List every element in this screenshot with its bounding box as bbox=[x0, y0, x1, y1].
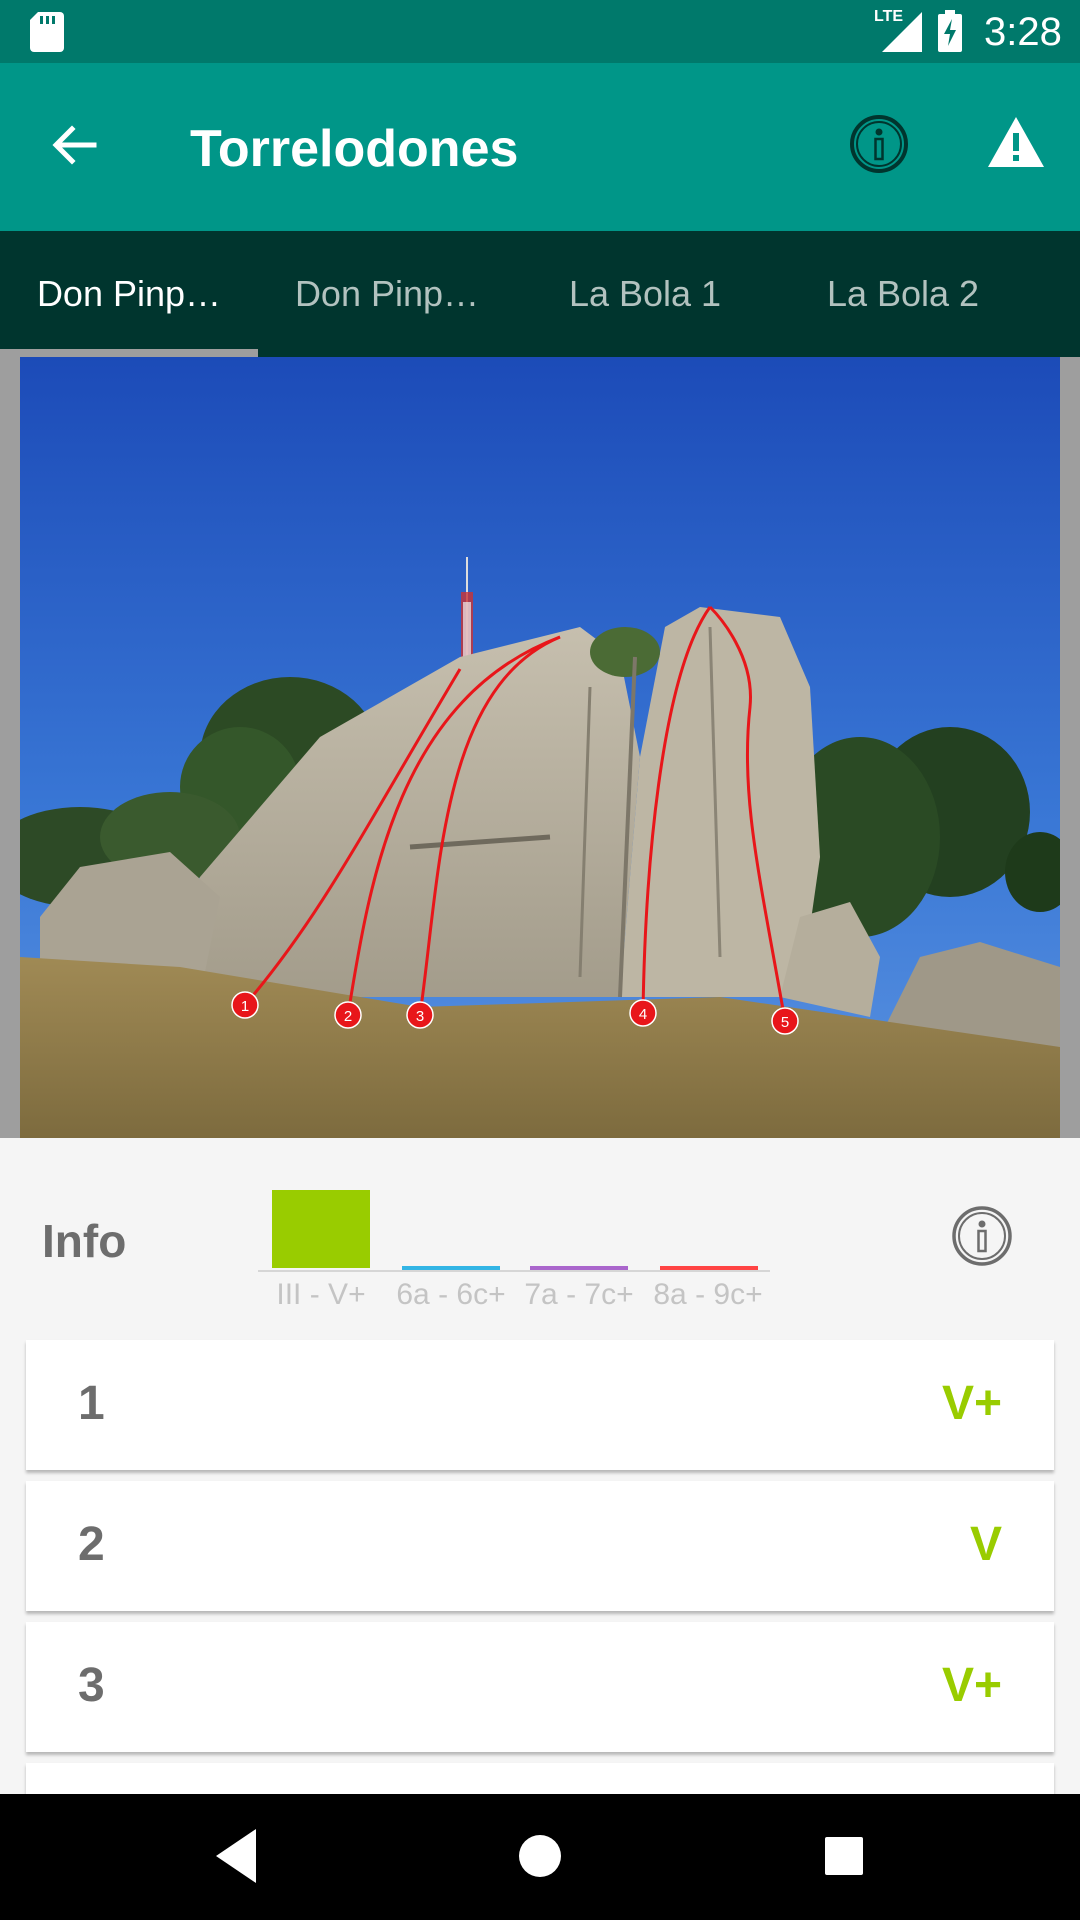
route-number: 3 bbox=[78, 1659, 105, 1712]
battery-charging-icon bbox=[938, 10, 962, 52]
route-card-2[interactable]: 2 V bbox=[26, 1481, 1054, 1611]
legend-bar-6a[interactable] bbox=[402, 1266, 500, 1270]
network-type: LTE bbox=[874, 8, 904, 25]
route-grade: V+ bbox=[941, 1377, 1002, 1430]
route-marker-label: 1 bbox=[241, 998, 249, 1015]
page-title: Torrelodones bbox=[190, 120, 519, 178]
nav-back-icon[interactable] bbox=[212, 1827, 260, 1885]
tab-don-pinpon-1[interactable]: Don Pinp… bbox=[0, 231, 258, 357]
route-grade: V+ bbox=[941, 1659, 1002, 1712]
info-icon[interactable] bbox=[848, 113, 910, 175]
system-nav-bar bbox=[0, 1794, 1080, 1920]
clock: 3:28 bbox=[984, 10, 1062, 54]
route-marker-label: 2 bbox=[344, 1008, 352, 1025]
legend-bar-8a[interactable] bbox=[660, 1266, 758, 1270]
legend-selected-bar[interactable] bbox=[272, 1190, 370, 1268]
route-grade: V bbox=[969, 1518, 1002, 1571]
legend-label-iii-v: III - V+ bbox=[276, 1278, 366, 1311]
warning-icon[interactable] bbox=[986, 115, 1046, 169]
route-marker-5[interactable]: 5 bbox=[771, 1007, 799, 1035]
route-marker-4[interactable]: 4 bbox=[629, 999, 657, 1027]
legend-label-8a-9c: 8a - 9c+ bbox=[653, 1278, 763, 1311]
route-marker-label: 3 bbox=[416, 1008, 424, 1025]
legend-label-7a-7c: 7a - 7c+ bbox=[524, 1278, 634, 1311]
route-number: 2 bbox=[78, 1518, 105, 1571]
nav-home-icon[interactable] bbox=[518, 1827, 562, 1885]
nav-recents-icon[interactable] bbox=[824, 1827, 864, 1885]
route-number: 1 bbox=[78, 1377, 105, 1430]
topo-drawing: 1 2 3 4 5 bbox=[20, 357, 1060, 1138]
legend-info-icon[interactable] bbox=[950, 1204, 1014, 1268]
sd-card-icon bbox=[30, 12, 64, 52]
route-marker-1[interactable]: 1 bbox=[231, 991, 259, 1019]
back-arrow-icon[interactable] bbox=[48, 119, 100, 171]
tab-la-bola-2[interactable]: La Bola 2 bbox=[774, 231, 1032, 357]
tab-la-bola-1[interactable]: La Bola 1 bbox=[516, 231, 774, 357]
route-card-3[interactable]: 3 V+ bbox=[26, 1622, 1054, 1752]
tab-don-pinpon-2[interactable]: Don Pinp… bbox=[258, 231, 516, 357]
tab-indicator bbox=[0, 349, 258, 357]
route-card-1[interactable]: 1 V+ bbox=[26, 1340, 1054, 1470]
legend-baseline bbox=[258, 1270, 770, 1272]
info-section: Info III - V+ 6a - 6c+ 7a - 7c+ 8a - 9c+ bbox=[0, 1138, 1080, 1338]
route-marker-2[interactable]: 2 bbox=[334, 1001, 362, 1029]
legend-bar-7a[interactable] bbox=[530, 1266, 628, 1270]
status-bar: LTE 3:28 bbox=[0, 0, 1080, 63]
sector-tabs: Don Pinp… Don Pinp… La Bola 1 La Bola 2 bbox=[0, 231, 1080, 357]
legend-label-6a-6c: 6a - 6c+ bbox=[396, 1278, 506, 1311]
route-card-partial[interactable] bbox=[26, 1763, 1054, 1794]
topo-photo[interactable]: 1 2 3 4 5 bbox=[20, 357, 1060, 1138]
app-bar: Torrelodones bbox=[0, 63, 1080, 231]
route-marker-label: 4 bbox=[639, 1006, 647, 1023]
route-marker-3[interactable]: 3 bbox=[406, 1001, 434, 1029]
info-label: Info bbox=[42, 1215, 127, 1267]
route-marker-label: 5 bbox=[781, 1014, 789, 1031]
